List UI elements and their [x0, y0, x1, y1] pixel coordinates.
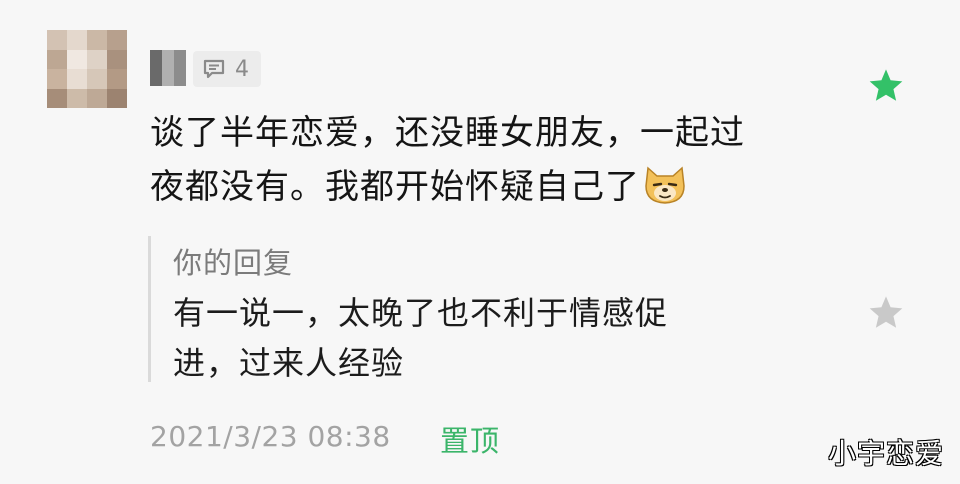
comment-line-1: 谈了半年恋爱，还没睡女朋友，一起过 — [150, 113, 745, 153]
star-filled-icon — [869, 69, 903, 101]
dog-face-emoji-icon — [642, 164, 688, 206]
reply-label: 你的回复 — [173, 246, 294, 280]
comment-line-2: 夜都没有。我都开始怀疑自己了 — [150, 160, 810, 214]
commenter-name-blurred[interactable] — [150, 50, 186, 86]
comment-timestamp: 2021/3/23 08:38 — [150, 420, 391, 453]
star-outline-icon — [869, 296, 903, 328]
pin-to-top-button[interactable]: 置顶 — [440, 418, 500, 460]
comment-text: 谈了半年恋爱，还没睡女朋友，一起过 夜都没有。我都开始怀疑自己了 — [150, 106, 810, 214]
reply-line-1: 有一说一，太晚了也不利于情感促 — [173, 294, 669, 332]
reply-line-2: 进，过来人经验 — [173, 344, 405, 382]
commenter-avatar[interactable] — [47, 30, 127, 108]
author-reply-block: 你的回复 有一说一，太晚了也不利于情感促 进，过来人经验 — [148, 236, 791, 382]
speech-bubble-icon — [203, 59, 225, 79]
comment-line-2-text: 夜都没有。我都开始怀疑自己了 — [150, 167, 640, 207]
reply-count-button[interactable]: 4 — [193, 51, 261, 87]
watermark-text: 小宇恋爱 — [827, 437, 944, 470]
reply-favorite-star-button[interactable] — [867, 294, 905, 332]
reply-count-value: 4 — [235, 56, 249, 82]
favorite-star-button[interactable] — [867, 67, 905, 105]
reply-text: 有一说一，太晚了也不利于情感促 进，过来人经验 — [173, 288, 773, 388]
